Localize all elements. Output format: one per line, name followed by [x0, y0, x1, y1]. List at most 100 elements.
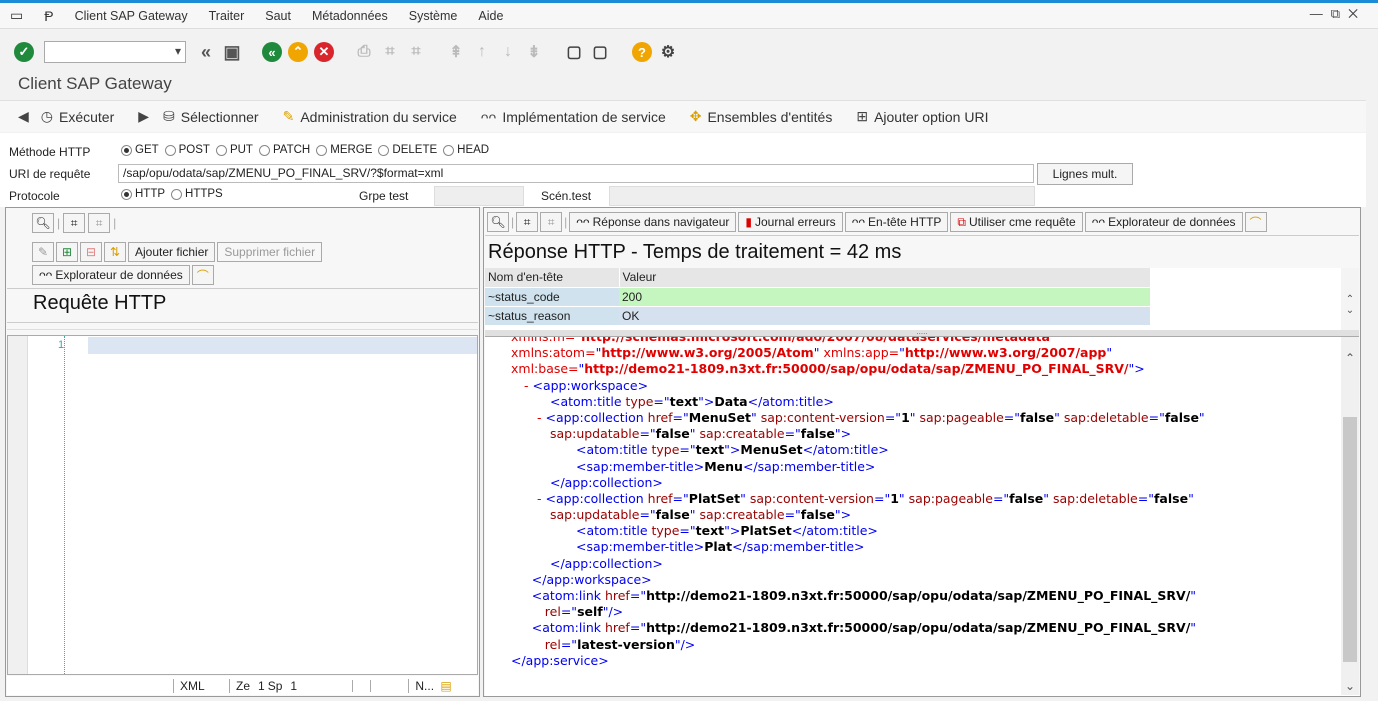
- request-editor[interactable]: 1: [7, 335, 478, 675]
- xml-line: </app:collection>: [511, 475, 1205, 491]
- add-file-button[interactable]: Ajouter fichier: [128, 242, 216, 262]
- find-next-icon[interactable]: ⌗: [406, 42, 426, 62]
- exit-icon[interactable]: ⌃: [288, 42, 308, 62]
- use-as-request-button[interactable]: ⧉ Utiliser cme requête: [950, 212, 1083, 232]
- request-uri-input[interactable]: /sap/opu/odata/sap/ZMENU_PO_FINAL_SRV/?$…: [118, 164, 1034, 183]
- next-page-icon[interactable]: ↓: [498, 42, 518, 62]
- radio-put[interactable]: PUT: [215, 144, 253, 156]
- data-explorer-button[interactable]: ᴖᴖ Explorateur de données: [1084, 212, 1243, 232]
- radio-delete[interactable]: DELETE: [378, 144, 437, 156]
- window-controls[interactable]: —⧉✕: [1310, 6, 1366, 22]
- menu-aide[interactable]: Aide: [478, 9, 503, 23]
- radio-post[interactable]: POST: [164, 144, 210, 156]
- details-button[interactable]: 🔍︎: [487, 212, 509, 232]
- radio-https[interactable]: HTTPS: [171, 188, 223, 200]
- help-icon[interactable]: ?: [632, 42, 652, 62]
- splitter[interactable]: [7, 322, 478, 330]
- radio-patch[interactable]: PATCH: [258, 144, 310, 156]
- cancel-icon[interactable]: ✕: [314, 42, 334, 62]
- print-icon[interactable]: ⎙: [354, 42, 374, 62]
- sap-logo-icon[interactable]: Ᵽ: [44, 8, 53, 24]
- menu-metadonnees[interactable]: Métadonnées: [312, 9, 388, 23]
- error-log-button[interactable]: ▮ Journal erreurs: [738, 212, 843, 232]
- shortcut-icon[interactable]: ▢: [590, 42, 610, 62]
- xml-token: ": [909, 409, 920, 425]
- menu-saut[interactable]: Saut: [265, 9, 291, 23]
- transfer-button[interactable]: ⇅: [104, 242, 126, 262]
- xml-token: <app:collection: [545, 409, 648, 425]
- col-header-name: Nom d'en-tête: [485, 268, 620, 288]
- radio-get[interactable]: GET: [121, 144, 159, 156]
- multi-lines-button[interactable]: Lignes mult.: [1037, 163, 1133, 185]
- response-in-browser-button[interactable]: ᴖᴖ Réponse dans navigateur: [569, 212, 737, 232]
- menu-bar: ▭ Ᵽ Client SAP Gateway Traiter Saut Méta…: [0, 3, 1378, 29]
- menu-traiter[interactable]: Traiter: [209, 9, 245, 23]
- menu-client-sap-gateway[interactable]: Client SAP Gateway: [75, 9, 188, 23]
- scroll-up-icon[interactable]: ⌃: [1341, 351, 1359, 365]
- find-button[interactable]: ⌗: [516, 212, 539, 232]
- minimize-icon[interactable]: —: [1310, 6, 1331, 21]
- xml-token: Menu: [704, 458, 743, 474]
- scroll-thumb[interactable]: [1343, 417, 1357, 662]
- command-field[interactable]: [44, 41, 186, 63]
- status-format: XML: [173, 678, 229, 693]
- layout-button[interactable]: ⌒: [1244, 212, 1267, 232]
- service-admin-button[interactable]: ✎ Administration du service: [283, 108, 457, 125]
- scroll-up-icon[interactable]: ⌃: [1341, 294, 1359, 305]
- data-explorer-button[interactable]: ᴖᴖ Explorateur de données: [32, 265, 190, 285]
- find-button[interactable]: ⌗: [63, 213, 86, 233]
- layout-button[interactable]: ⌒: [191, 265, 214, 285]
- delete-row-button[interactable]: ⊟: [80, 242, 102, 262]
- select-button[interactable]: ⛁ Sélectionner: [163, 108, 259, 125]
- delete-file-button[interactable]: Supprimer fichier: [217, 242, 323, 262]
- service-impl-button[interactable]: ᴖᴖ Implémentation de service: [481, 109, 666, 125]
- test-group-field[interactable]: [434, 186, 524, 206]
- radio-http[interactable]: HTTP: [121, 188, 165, 200]
- execute-button[interactable]: ◷ Exécuter: [41, 108, 114, 125]
- magnifier-doc-icon: 🔍︎: [490, 215, 506, 229]
- edit-button[interactable]: ✎: [32, 242, 54, 262]
- entity-sets-button[interactable]: ✥ Ensembles d'entités: [690, 108, 833, 125]
- clipboard-icon[interactable]: ▤: [440, 679, 451, 693]
- xml-token: </atom:title>: [747, 393, 834, 409]
- binoculars-plus-icon: ⌗: [95, 215, 103, 230]
- menu-systeme[interactable]: Système: [409, 9, 458, 23]
- find-next-button[interactable]: ⌗: [540, 212, 563, 232]
- http-header-button[interactable]: ᴖᴖ En-tête HTTP: [844, 212, 949, 232]
- collapse-icon[interactable]: «: [196, 42, 216, 62]
- find-next-button[interactable]: ⌗: [88, 213, 111, 233]
- table-row[interactable]: ~status_reason OK: [485, 306, 1150, 326]
- radio-merge[interactable]: MERGE: [316, 144, 372, 156]
- enter-check-icon[interactable]: ✓: [14, 42, 34, 62]
- forward-arrow-button[interactable]: ▶: [138, 108, 149, 125]
- response-in-browser-label: Réponse dans navigateur: [592, 215, 730, 229]
- table-row[interactable]: ~status_code 200: [485, 287, 1150, 307]
- details-button[interactable]: 🔍︎: [32, 213, 54, 233]
- add-uri-option-button[interactable]: ⊞ Ajouter option URI: [856, 108, 988, 125]
- xml-token: self: [577, 604, 603, 620]
- menu-toggle-icon[interactable]: ▭: [10, 7, 23, 24]
- close-icon[interactable]: ✕: [1348, 6, 1366, 21]
- xml-response-viewer[interactable]: xmlns:m="http://schemas.microsoft.com/ad…: [485, 336, 1359, 696]
- back-arrow-button[interactable]: ◀: [18, 108, 29, 125]
- scroll-down-icon[interactable]: ⌄: [1345, 679, 1355, 693]
- insert-row-button[interactable]: ⊞: [56, 242, 78, 262]
- glasses-icon: ᴖᴖ: [576, 215, 590, 229]
- header-table-scrollbar[interactable]: ⌃ ⌄: [1341, 268, 1359, 330]
- execute-clock-icon: ◷: [40, 108, 53, 124]
- last-page-icon[interactable]: ⇟: [524, 42, 544, 62]
- settings-gear-icon[interactable]: ⚙: [658, 42, 678, 62]
- scroll-down-icon[interactable]: ⌄: [1341, 305, 1359, 316]
- xml-scrollbar[interactable]: ⌃ ⌄: [1341, 337, 1359, 695]
- first-page-icon[interactable]: ⇞: [446, 42, 466, 62]
- back-icon[interactable]: «: [262, 42, 282, 62]
- scenario-field[interactable]: [609, 186, 1035, 206]
- maximize-icon[interactable]: ⧉: [1331, 6, 1348, 21]
- previous-page-icon[interactable]: ↑: [472, 42, 492, 62]
- find-icon[interactable]: ⌗: [380, 42, 400, 62]
- save-icon[interactable]: ▣: [222, 42, 242, 62]
- new-session-icon[interactable]: ▢: [564, 42, 584, 62]
- radio-head[interactable]: HEAD: [443, 144, 489, 156]
- remove-row-icon: ⊟: [85, 245, 97, 259]
- arrow-left-icon: ◀: [18, 108, 29, 124]
